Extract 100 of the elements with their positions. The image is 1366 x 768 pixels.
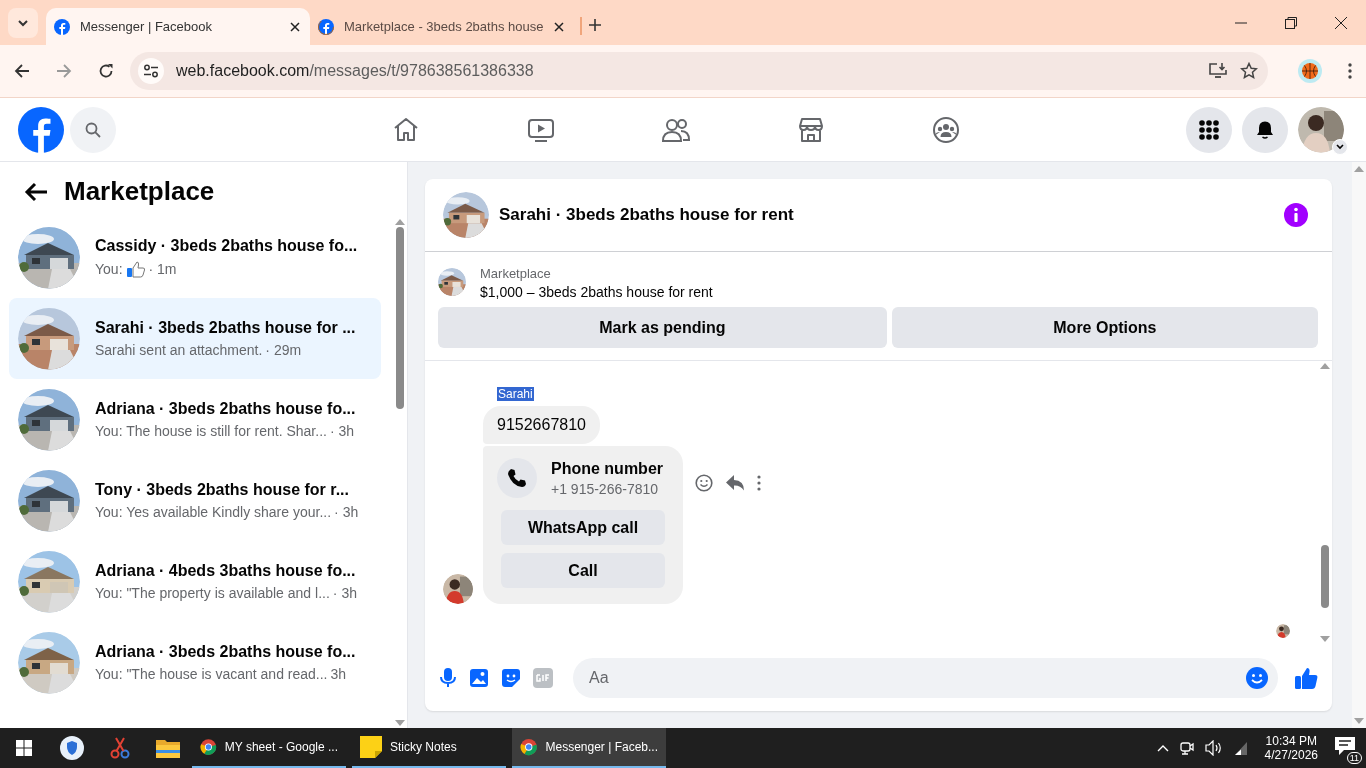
back-button[interactable] <box>24 181 48 202</box>
sticker-button[interactable] <box>501 667 521 688</box>
conversation-item[interactable]: Cassidy · 3beds 2baths house fo... You: · 1m <box>9 217 381 298</box>
search-button[interactable] <box>70 106 116 153</box>
like-button[interactable] <box>1294 665 1318 690</box>
conversation-item[interactable]: Adriana · 4beds 3baths house fo... You: "The property is available and l... · 3h <box>9 541 381 622</box>
conversation-title: Sarahi · 3beds 2baths house for ... <box>95 319 356 337</box>
panel-title: Marketplace <box>64 176 215 207</box>
conversation-item[interactable]: Adriana · 3beds 2baths house fo... You: The house is still for rent. Shar... · 3h <box>9 379 381 460</box>
grid-menu-icon <box>1199 119 1219 140</box>
message-preview: You: Yes available Kindly share your... <box>95 504 332 520</box>
message-field[interactable]: Aa <box>573 657 1278 698</box>
more-vertical-icon <box>757 475 761 491</box>
speaker-icon <box>1204 740 1223 756</box>
meet-now-button[interactable] <box>1178 740 1195 756</box>
url-text: web.facebook.com/messages/t/978638561386338 <box>176 62 535 80</box>
tab-search-button[interactable] <box>8 8 38 38</box>
groups-icon <box>931 115 960 144</box>
close-icon <box>554 21 564 32</box>
clock[interactable]: 10:34 PM 4/27/2026 <box>1258 734 1324 762</box>
reply-icon <box>725 474 745 492</box>
search-icon <box>85 121 101 138</box>
tab-title: Marketplace - 3beds 2baths house <box>344 19 544 34</box>
conversation-item[interactable]: Sarahi · 3beds 2baths house for ... Sarahi sent an attachment. · 29m <box>9 298 381 379</box>
taskbar-app[interactable]: Sticky Notes <box>352 728 506 768</box>
address-bar[interactable]: web.facebook.com/messages/t/978638561386338 <box>130 52 1268 90</box>
plus-icon <box>588 18 602 32</box>
network-button[interactable] <box>1232 740 1249 756</box>
conversation-title: Adriana · 3beds 2baths house fo... <box>95 400 356 418</box>
install-app-button[interactable] <box>1208 62 1228 80</box>
menu-button[interactable] <box>1186 106 1232 153</box>
facebook-logo-icon <box>54 18 70 35</box>
thumbs-up-icon <box>1294 665 1318 690</box>
notifications-button[interactable] <box>1242 106 1288 153</box>
action-button[interactable]: More Options <box>891 307 1318 348</box>
photo-button[interactable] <box>469 667 489 688</box>
message-time: 3h <box>330 666 347 682</box>
close-icon <box>1335 16 1347 29</box>
volume-button[interactable] <box>1204 740 1223 756</box>
back-arrow-icon <box>24 181 48 202</box>
star-icon <box>1240 62 1258 80</box>
site-info-button[interactable] <box>138 58 164 84</box>
call-button[interactable]: WhatsApp call <box>501 510 665 545</box>
show-hidden-icons-button[interactable] <box>1156 744 1169 752</box>
message-input[interactable]: Aa <box>587 667 1246 688</box>
more-vertical-icon <box>1348 63 1352 79</box>
clock-date: 4/27/2026 <box>1264 748 1318 762</box>
voice-clip-button[interactable] <box>439 667 457 688</box>
message-time: · 29m <box>265 342 302 358</box>
camera-icon <box>1178 740 1195 756</box>
close-tab-button[interactable] <box>554 21 564 32</box>
sticky-note-icon <box>360 736 382 758</box>
listing-label: Marketplace <box>480 266 552 281</box>
bell-icon <box>1255 119 1275 140</box>
chevron-up-icon <box>1156 744 1169 752</box>
contact-title: Phone number <box>551 459 663 478</box>
microphone-icon <box>439 667 457 688</box>
scrollbar-thumb[interactable] <box>1321 544 1329 608</box>
notification-icon <box>1334 736 1356 756</box>
phone-number: +1 915-266-7810 <box>551 480 660 497</box>
bookmark-button[interactable] <box>1240 62 1258 80</box>
message-time: · 3h <box>329 423 355 439</box>
conversation-item[interactable]: Adriana · 3beds 2baths house fo... You: "The house is vacant and read... 3h <box>9 622 381 703</box>
conversation-title: Tony · 3beds 2baths house for r... <box>95 481 350 499</box>
browser-tab[interactable]: Messenger | Facebook <box>46 8 310 45</box>
browser-tab[interactable]: Marketplace - 3beds 2baths house <box>310 8 574 45</box>
reload-icon <box>98 63 114 79</box>
minimize-icon <box>1235 21 1247 24</box>
facebook-logo-icon <box>318 18 334 35</box>
smiley-icon <box>1246 666 1268 689</box>
reply-button[interactable] <box>725 474 745 492</box>
chevron-down-icon <box>1336 143 1344 150</box>
forward-arrow-icon <box>56 63 72 79</box>
scroll-up-arrow[interactable] <box>1320 363 1330 369</box>
basketball-icon <box>1298 59 1322 83</box>
info-icon <box>1284 203 1308 227</box>
close-tab-button[interactable] <box>290 21 300 32</box>
taskbar-app[interactable]: Messenger | Faceb... <box>512 728 666 768</box>
message-time: · 3h <box>334 504 359 520</box>
action-button[interactable]: Mark as pending <box>438 307 887 348</box>
conversation-title: Cassidy · 3beds 2baths house fo... <box>95 237 358 255</box>
react-button[interactable] <box>695 474 713 492</box>
message-preview: You: "The property is available and l... <box>95 585 330 601</box>
chevron-down-icon <box>17 17 29 29</box>
tune-icon <box>143 64 159 78</box>
info-button[interactable] <box>1284 203 1308 227</box>
emoji-button[interactable] <box>1246 666 1268 689</box>
more-button[interactable] <box>757 475 761 491</box>
thumbs-up-icon <box>125 260 146 278</box>
windows-icon <box>16 740 32 756</box>
scroll-down-arrow[interactable] <box>1320 636 1330 642</box>
restore-icon <box>1285 16 1297 29</box>
call-button[interactable]: Call <box>501 553 665 588</box>
facebook-logo-icon[interactable] <box>18 106 64 153</box>
smiley-icon <box>695 474 713 492</box>
taskbar-app[interactable]: MY sheet - Google ... <box>192 728 346 768</box>
scrollbar-thumb[interactable] <box>396 227 404 409</box>
message-preview: You: "The house is vacant and read... <box>95 666 328 682</box>
conversation-item[interactable]: Tony · 3beds 2baths house for r... You: Yes available Kindly share your... · 3h <box>9 460 381 541</box>
image-icon <box>469 667 489 688</box>
